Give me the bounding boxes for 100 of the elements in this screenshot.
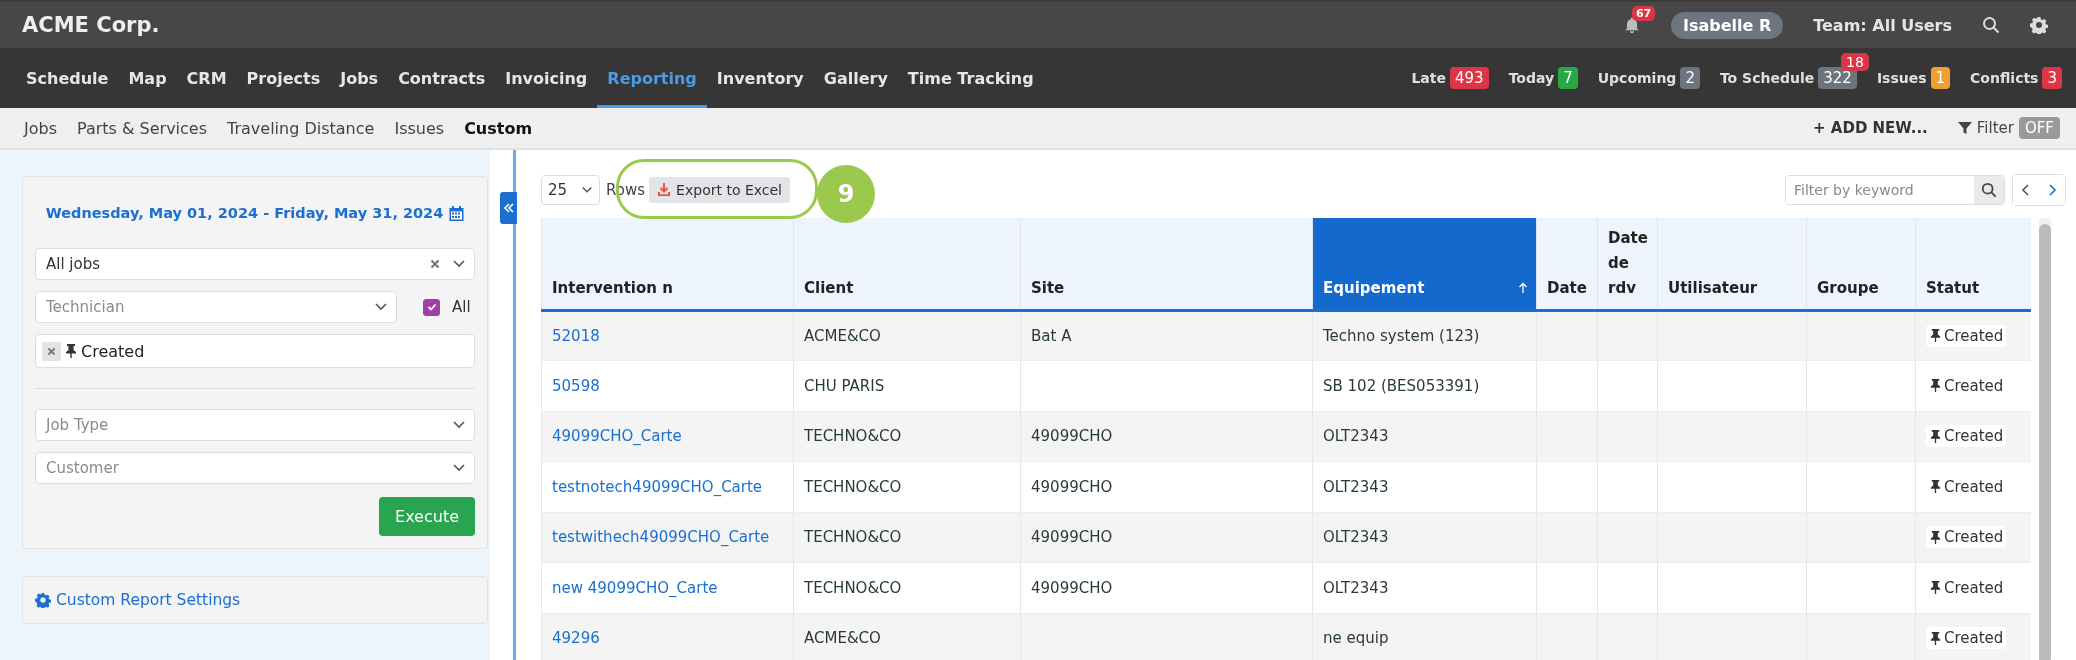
column-header[interactable]: Site bbox=[1020, 218, 1313, 310]
notification-badge: 67 bbox=[1631, 6, 1656, 21]
nav-tab[interactable]: Inventory bbox=[706, 48, 814, 108]
collapse-button[interactable] bbox=[500, 192, 517, 224]
status-label: Created bbox=[1926, 627, 2007, 649]
table-cell: Bat A bbox=[1020, 310, 1313, 361]
table-cell: ne equip bbox=[1312, 613, 1537, 660]
table-cell: TECHNO&CO bbox=[793, 562, 1021, 613]
table-cell: SB 102 (BES053391) bbox=[1312, 360, 1537, 411]
date-range-link[interactable]: Wednesday, May 01, 2024 - Friday, May 31, 2024 bbox=[45, 205, 444, 221]
check-icon bbox=[426, 302, 437, 312]
brand-name: ACME Corp. bbox=[22, 13, 160, 37]
job-link[interactable]: 49296 bbox=[552, 629, 600, 648]
nav-tab[interactable]: Schedule bbox=[16, 48, 119, 108]
dropdown-field[interactable]: Job Type bbox=[35, 409, 475, 441]
filter-label[interactable]: Filter bbox=[1976, 119, 2014, 137]
sub-tab[interactable]: Traveling Distance bbox=[227, 118, 375, 138]
search-field[interactable]: Filter by keyword bbox=[1785, 175, 2005, 205]
counter-label[interactable]: Conflicts bbox=[1970, 70, 2039, 86]
add-new-link[interactable]: + ADD NEW... bbox=[1813, 119, 1928, 137]
pin-icon bbox=[1929, 428, 1942, 444]
table-cell: 49099CHO bbox=[1020, 562, 1313, 613]
checkbox-label: All bbox=[452, 298, 471, 316]
column-header[interactable]: Intervention n bbox=[541, 218, 794, 310]
job-link[interactable]: 50598 bbox=[552, 376, 600, 395]
sub-tab[interactable]: Custom bbox=[464, 118, 533, 138]
counter-label[interactable]: Issues bbox=[1876, 70, 1927, 86]
counter-label[interactable]: Today bbox=[1508, 70, 1555, 86]
settings-link[interactable]: Custom Report Settings bbox=[56, 591, 241, 609]
nav-tab[interactable]: Gallery bbox=[813, 48, 898, 108]
export-button[interactable]: Export to Excel bbox=[649, 177, 790, 203]
search-icon bbox=[1982, 16, 2000, 34]
rows-per-page-select[interactable]: 25 bbox=[541, 175, 601, 205]
table-cell: ACME&CO bbox=[793, 613, 1021, 660]
nav-tab[interactable]: CRM bbox=[176, 48, 237, 108]
table-cell: OLT2343 bbox=[1312, 411, 1537, 462]
table-cell: TECHNO&CO bbox=[793, 512, 1021, 563]
job-link[interactable]: 52018 bbox=[552, 326, 600, 345]
job-link[interactable]: new 49099CHO_Carte bbox=[552, 578, 718, 597]
table-cell: ACME&CO bbox=[793, 310, 1021, 361]
table-cell: CHU PARIS bbox=[793, 360, 1021, 411]
pin-icon bbox=[1929, 378, 1942, 393]
team-selector[interactable]: Team: All Users bbox=[1813, 15, 1952, 35]
gear-icon bbox=[35, 592, 51, 608]
sub-tab[interactable]: Issues bbox=[394, 118, 445, 138]
counter-label[interactable]: To Schedule bbox=[1719, 70, 1815, 86]
dropdown-field[interactable]: Customer bbox=[35, 452, 475, 484]
nav-tab[interactable]: Invoicing bbox=[495, 48, 598, 108]
pin-icon bbox=[1929, 580, 1942, 595]
all-checkbox[interactable] bbox=[423, 298, 440, 316]
nav-tab[interactable]: Time Tracking bbox=[897, 48, 1044, 108]
column-header[interactable]: Date bbox=[1536, 218, 1598, 310]
count-badge: 7 bbox=[1558, 67, 1578, 89]
chevron-left-icon bbox=[2021, 184, 2031, 196]
table-cell: OLT2343 bbox=[1312, 461, 1537, 512]
clear-icon bbox=[430, 259, 440, 269]
counter-label[interactable]: Upcoming bbox=[1597, 70, 1677, 86]
nav-tab[interactable]: Contracts bbox=[388, 48, 496, 108]
pin-icon bbox=[1929, 328, 1942, 343]
search-icon bbox=[1981, 182, 1997, 198]
dropdown-field[interactable]: All jobs bbox=[35, 248, 475, 280]
count-badge: 3 bbox=[2042, 67, 2062, 89]
chevron-right-icon bbox=[2047, 184, 2057, 196]
user-menu[interactable]: Isabelle R bbox=[1670, 11, 1784, 39]
status-tag-field[interactable]: Created bbox=[35, 334, 475, 368]
nav-tab[interactable]: Map bbox=[118, 48, 177, 108]
nav-tab[interactable]: Jobs bbox=[330, 48, 389, 108]
job-link[interactable]: 49099CHO_Carte bbox=[552, 427, 682, 446]
sub-tab[interactable]: Jobs bbox=[24, 118, 57, 138]
double-chevron-left-icon bbox=[502, 202, 515, 214]
count-badge: 322 bbox=[1818, 67, 1857, 89]
remove-icon bbox=[47, 346, 56, 356]
column-header[interactable]: Groupe bbox=[1806, 218, 1916, 310]
table-cell: 49099CHO bbox=[1020, 512, 1313, 563]
job-link[interactable]: testnotech49099CHO_Carte bbox=[552, 477, 763, 496]
scrollbar[interactable] bbox=[2038, 224, 2051, 660]
column-header[interactable]: Utilisateur bbox=[1657, 218, 1807, 310]
count-badge: 493 bbox=[1450, 67, 1489, 89]
filter-icon bbox=[1957, 121, 1972, 135]
table-cell: TECHNO&CO bbox=[793, 411, 1021, 462]
sort-ascending-icon bbox=[1518, 282, 1528, 294]
nav-tab[interactable]: Projects bbox=[236, 48, 331, 108]
status-label: Created bbox=[1926, 324, 2007, 347]
counter-label[interactable]: Late bbox=[1411, 70, 1446, 86]
table-cell: OLT2343 bbox=[1312, 512, 1537, 563]
table-cell: 49099CHO bbox=[1020, 461, 1313, 512]
column-header[interactable]: Statut bbox=[1915, 218, 2031, 310]
column-header[interactable]: Equipement bbox=[1312, 218, 1537, 310]
status-label: Created bbox=[1926, 425, 2007, 447]
status-tag: Created bbox=[42, 341, 145, 361]
column-header[interactable]: Client bbox=[793, 218, 1021, 310]
count-badge: 2 bbox=[1680, 67, 1700, 89]
table-cell: OLT2343 bbox=[1312, 562, 1537, 613]
table-cell: Techno system (123) bbox=[1312, 310, 1537, 361]
notification-badge: 18 bbox=[1841, 53, 1869, 71]
sub-tab[interactable]: Parts & Services bbox=[77, 118, 208, 138]
settings-icon bbox=[2030, 16, 2048, 34]
column-header[interactable]: Date de rdv bbox=[1597, 218, 1658, 310]
table-cell: 49099CHO bbox=[1020, 411, 1313, 462]
pin-icon bbox=[1929, 479, 1942, 494]
